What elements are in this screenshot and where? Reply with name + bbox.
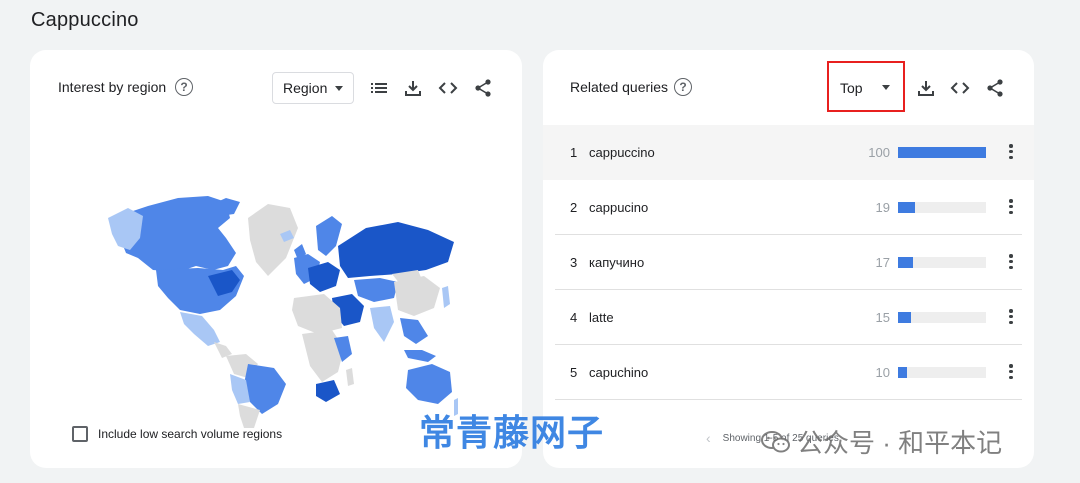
query-bar-track [898, 202, 986, 213]
related-queries-title: Related queries [570, 79, 669, 95]
related-queries-header: Related queries ? Top [543, 50, 1034, 126]
share-icon[interactable] [472, 77, 494, 99]
query-bar-track [898, 257, 986, 268]
map-region-india [370, 306, 394, 342]
query-bar [898, 147, 986, 158]
low-volume-checkbox-label: Include low search volume regions [98, 427, 283, 441]
map-region-brazil [244, 364, 286, 414]
map-region-madagascar [346, 368, 354, 386]
watermark-gray-text: 公众号 · 和平本记 [797, 428, 1003, 458]
map-region-mexico [180, 312, 220, 346]
query-bar [898, 257, 913, 268]
query-text[interactable]: capuchino [589, 365, 648, 380]
query-rank: 3 [570, 255, 578, 270]
query-bar-track [898, 312, 986, 323]
query-bar-track [898, 367, 986, 378]
download-icon[interactable] [402, 77, 424, 99]
map-region-russia [338, 222, 454, 278]
map-region-scandinavia [316, 216, 342, 256]
query-value: 19 [875, 200, 890, 215]
map-region-indonesia [404, 350, 436, 362]
list-item[interactable]: 2 cappucino 19 [543, 180, 1034, 235]
low-volume-checkbox-row[interactable]: Include low search volume regions [72, 426, 282, 442]
interest-by-region-header: Interest by region ? Region [30, 50, 522, 126]
highlight-annotation [827, 61, 905, 112]
map-region-central-america [214, 342, 232, 358]
query-text[interactable]: cappuccino [589, 145, 655, 160]
map-region-japan [442, 286, 450, 308]
list-item[interactable]: 3 капучино 17 [543, 235, 1034, 290]
query-value: 15 [875, 310, 890, 325]
code-icon[interactable] [437, 77, 459, 99]
query-bar [898, 367, 907, 378]
query-text[interactable]: cappucino [589, 200, 648, 215]
more-vertical-icon[interactable] [1005, 199, 1017, 214]
region-select-value: Region [283, 80, 328, 96]
map-region-australia [406, 364, 452, 404]
query-text[interactable]: капучино [589, 255, 644, 270]
more-vertical-icon[interactable] [1005, 144, 1017, 159]
wechat-icon [761, 430, 790, 452]
world-map[interactable] [108, 158, 458, 428]
list-item[interactable]: 4 latte 15 [543, 290, 1034, 345]
query-bar [898, 202, 915, 213]
related-queries-list: 1 cappuccino 100 2 cappucino 19 3 капучи… [543, 125, 1034, 400]
download-icon[interactable] [915, 77, 937, 99]
chevron-left-icon[interactable]: ‹ [706, 430, 711, 446]
share-icon[interactable] [984, 77, 1006, 99]
query-bar [898, 312, 912, 323]
low-volume-checkbox[interactable] [72, 426, 88, 442]
list-item[interactable]: 5 capuchino 10 [543, 345, 1034, 400]
query-text[interactable]: latte [589, 310, 614, 325]
watermark-blue: 常青藤网子 [419, 412, 605, 453]
more-vertical-icon[interactable] [1005, 254, 1017, 269]
query-value: 100 [868, 145, 890, 160]
code-icon[interactable] [949, 77, 971, 99]
query-rank: 5 [570, 365, 578, 380]
more-vertical-icon[interactable] [1005, 309, 1017, 324]
page-title: Cappuccino [31, 9, 139, 31]
list-icon[interactable] [368, 77, 390, 99]
list-item[interactable]: 1 cappuccino 100 [543, 125, 1034, 180]
map-region-south-africa [316, 380, 340, 402]
related-queries-card: Related queries ? Top 1 cappuccino 100 2… [543, 50, 1034, 468]
map-region-greenland [248, 204, 298, 276]
query-bar-track [898, 147, 986, 158]
chevron-down-icon [335, 86, 343, 91]
query-rank: 2 [570, 200, 578, 215]
region-select[interactable]: Region [272, 72, 354, 104]
more-vertical-icon[interactable] [1005, 364, 1017, 379]
map-region-se-asia [400, 318, 428, 344]
help-circle-icon[interactable]: ? [175, 78, 193, 96]
query-rank: 1 [570, 145, 578, 160]
help-circle-icon[interactable]: ? [674, 78, 692, 96]
interest-by-region-title: Interest by region [58, 79, 167, 95]
query-value: 10 [875, 365, 890, 380]
watermark-gray: 公众号 · 和平本记 [761, 423, 1002, 460]
query-value: 17 [875, 255, 890, 270]
query-rank: 4 [570, 310, 578, 325]
map-region-central-asia [354, 278, 398, 302]
